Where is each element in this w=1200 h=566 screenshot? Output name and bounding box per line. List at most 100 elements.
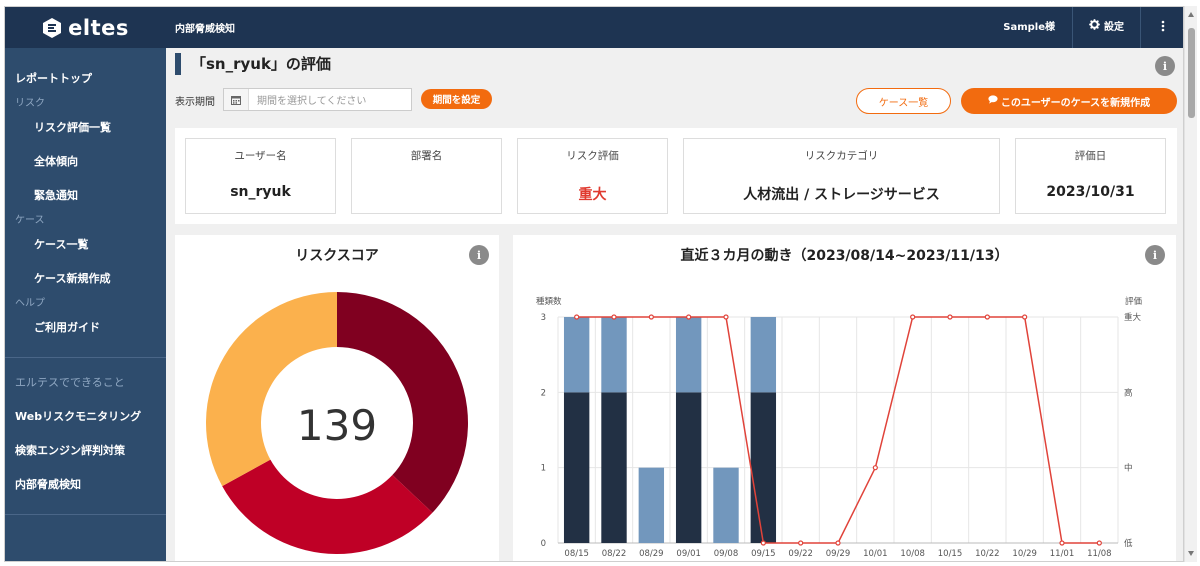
x-tick-label: 09/08 (714, 549, 739, 559)
rating-point[interactable] (872, 465, 878, 471)
sidebar-service-link[interactable]: Webリスクモニタリング (5, 400, 166, 434)
scroll-up-arrow-icon[interactable] (1188, 12, 1194, 17)
bar-segment[interactable] (713, 467, 739, 543)
x-tick-label: 10/01 (863, 549, 888, 559)
x-tick-label: 10/08 (900, 549, 925, 559)
logo-mark-icon (42, 17, 62, 39)
y2-tick-label: 低 (1124, 538, 1133, 549)
summary-label: リスク評価 (566, 150, 619, 162)
x-tick-label: 08/15 (564, 549, 589, 559)
period-input[interactable]: 期間を選択してください (223, 88, 412, 111)
rating-point[interactable] (611, 314, 617, 320)
sidebar-divider (5, 357, 166, 358)
kebab-icon (1161, 20, 1165, 36)
bar-segment[interactable] (563, 392, 590, 543)
y-tick-label: 3 (541, 313, 546, 323)
sidebar-section-label: ヘルプ (15, 298, 45, 309)
x-tick-label: 08/29 (639, 549, 664, 559)
scroll-thumb[interactable] (1188, 28, 1195, 118)
summary-label: リスクカテゴリ (804, 150, 879, 162)
x-tick-label: 09/15 (751, 549, 776, 559)
bar-segment[interactable] (675, 392, 702, 543)
y2-tick-label: 重大 (1124, 312, 1142, 323)
y2-tick-label: 高 (1124, 387, 1133, 398)
bar-segment[interactable] (750, 317, 777, 393)
app-window: eltes レポートトップ リスク リスク評価一覧 全体傾向 緊急通知 ケース ケース一覧ケ… (4, 6, 1184, 562)
settings-label: 設定 (1104, 22, 1124, 33)
y-tick-label: 1 (541, 464, 546, 474)
page-scrollbar[interactable] (1184, 6, 1197, 562)
summary-label: 部署名 (410, 150, 443, 162)
bar-segment[interactable] (750, 392, 777, 543)
sidebar-item[interactable]: 全体傾向 (5, 145, 166, 179)
x-tick-label: 08/22 (602, 549, 627, 559)
rating-point[interactable] (686, 314, 692, 320)
sidebar: eltes レポートトップ リスク リスク評価一覧 全体傾向 緊急通知 ケース ケース一覧ケ… (5, 7, 166, 561)
rating-point[interactable] (1096, 540, 1102, 546)
sidebar-service-link[interactable]: 検索エンジン評判対策 (5, 434, 166, 468)
brand-logo[interactable]: eltes (5, 7, 166, 48)
rating-point[interactable] (947, 314, 953, 320)
rating-point[interactable] (760, 540, 766, 546)
set-period-button[interactable]: 期間を設定 (421, 89, 492, 109)
summary-label: ユーザー名 (234, 150, 287, 162)
brand-name: eltes (68, 15, 129, 40)
bar-segment[interactable] (638, 467, 665, 543)
x-tick-label: 09/29 (826, 549, 851, 559)
trend-chart: 種類数 評価 0 低 1 中 2 高 3 重大 08/15 08/22 08/29 09/01 09/0… (536, 296, 1143, 559)
x-tick-label: 11/08 (1087, 549, 1112, 559)
donut-slice[interactable] (206, 292, 337, 487)
rating-point[interactable] (648, 314, 654, 320)
y-tick-label: 2 (541, 388, 546, 398)
bar-segment[interactable] (675, 317, 702, 393)
y2-tick-label: 中 (1124, 463, 1133, 474)
sidebar-service-link[interactable]: 内部脅威検知 (5, 468, 166, 502)
rating-point[interactable] (1059, 540, 1065, 546)
sidebar-item[interactable]: ケース一覧 (5, 228, 166, 262)
comment-icon (988, 95, 998, 107)
rating-point[interactable] (835, 540, 841, 546)
y-tick-label: 0 (541, 539, 546, 549)
rating-point[interactable] (910, 314, 916, 320)
period-placeholder: 期間を選択してください (257, 96, 367, 107)
summary-value: sn_ryuk (230, 184, 291, 200)
trend-panel: 直近３カ月の動き（2023/08/14~2023/11/13） i 種類数 評価… (513, 235, 1176, 561)
y-axis-title: 種類数 (536, 296, 562, 307)
sidebar-item[interactable]: リスク評価一覧 (5, 111, 166, 145)
summary-value: 人材流出 / ストレージサービス (743, 187, 940, 203)
main-content: 「sn_ryuk」の評価 i 表示期間 期間を選択してください 期間を設定 ケー… (166, 48, 1183, 561)
y2-axis-title: 評価 (1125, 296, 1143, 307)
rating-point[interactable] (1022, 314, 1028, 320)
rating-point[interactable] (723, 314, 729, 320)
info-icon[interactable]: i (1155, 56, 1175, 76)
rating-point[interactable] (574, 314, 580, 320)
case-list-button[interactable]: ケース一覧 (856, 88, 951, 114)
rating-point[interactable] (798, 540, 804, 546)
x-tick-label: 11/01 (1050, 549, 1075, 559)
settings-button[interactable]: 設定 (1073, 7, 1141, 48)
rating-point[interactable] (984, 314, 990, 320)
sidebar-extra-title: エルテスでできること (15, 376, 125, 389)
risk-score-value: 139 (297, 401, 377, 450)
bar-segment[interactable] (601, 317, 627, 393)
page-title: 「sn_ryuk」の評価 (175, 53, 331, 75)
new-case-button[interactable]: このユーザーのケースを新規作成 (961, 88, 1177, 114)
sidebar-item[interactable]: 緊急通知 (5, 179, 166, 213)
sidebar-item[interactable]: ご利用ガイド (5, 311, 166, 345)
user-menu[interactable]: Sample様 (986, 7, 1073, 48)
period-label: 表示期間 (175, 97, 215, 108)
bar-segment[interactable] (563, 317, 590, 393)
summary-card-evaluation-date: 評価日 2023/10/31 (1015, 138, 1166, 214)
bar-segment[interactable] (601, 392, 627, 543)
sidebar-item[interactable]: レポートトップ (5, 62, 166, 96)
app-section-title: 内部脅威検知 (175, 24, 235, 35)
sidebar-divider (5, 514, 166, 515)
summary-card-department: 部署名 (351, 138, 502, 214)
risk-score-donut-chart: 139 (206, 292, 468, 554)
sidebar-item[interactable]: ケース新規作成 (5, 262, 166, 296)
scroll-down-arrow-icon[interactable] (1188, 551, 1194, 556)
more-menu-button[interactable] (1141, 7, 1183, 48)
risk-score-panel: リスクスコア i 139 (175, 235, 499, 561)
sidebar-section-label: リスク (15, 98, 45, 109)
summary-card-risk-category: リスクカテゴリ 人材流出 / ストレージサービス (683, 138, 1000, 214)
